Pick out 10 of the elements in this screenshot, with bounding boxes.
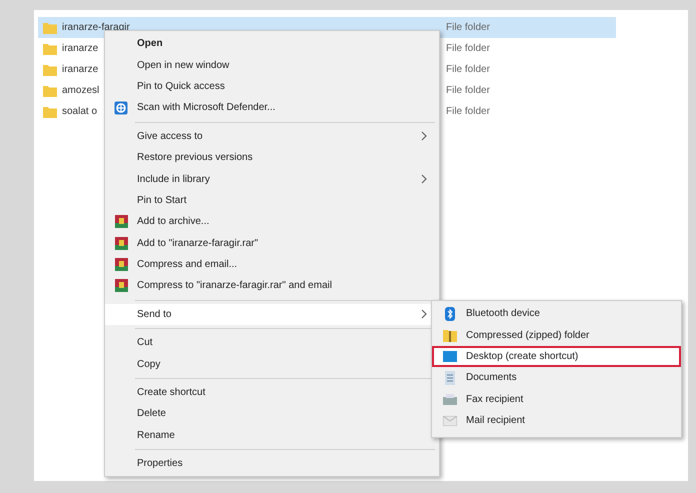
- folder-name: iranarze: [62, 43, 98, 54]
- folder-type: File folder: [446, 106, 491, 117]
- folder-type: File folder: [446, 43, 491, 54]
- folder-type: File folder: [446, 64, 491, 75]
- folder-name: iranarze: [62, 64, 98, 75]
- folder-type: File folder: [446, 22, 491, 33]
- folder-name: amozesl: [62, 85, 100, 96]
- folder-name: soalat o: [62, 106, 98, 117]
- folder-type: File folder: [446, 85, 491, 96]
- folder-name: iranarze-faragir: [62, 22, 130, 33]
